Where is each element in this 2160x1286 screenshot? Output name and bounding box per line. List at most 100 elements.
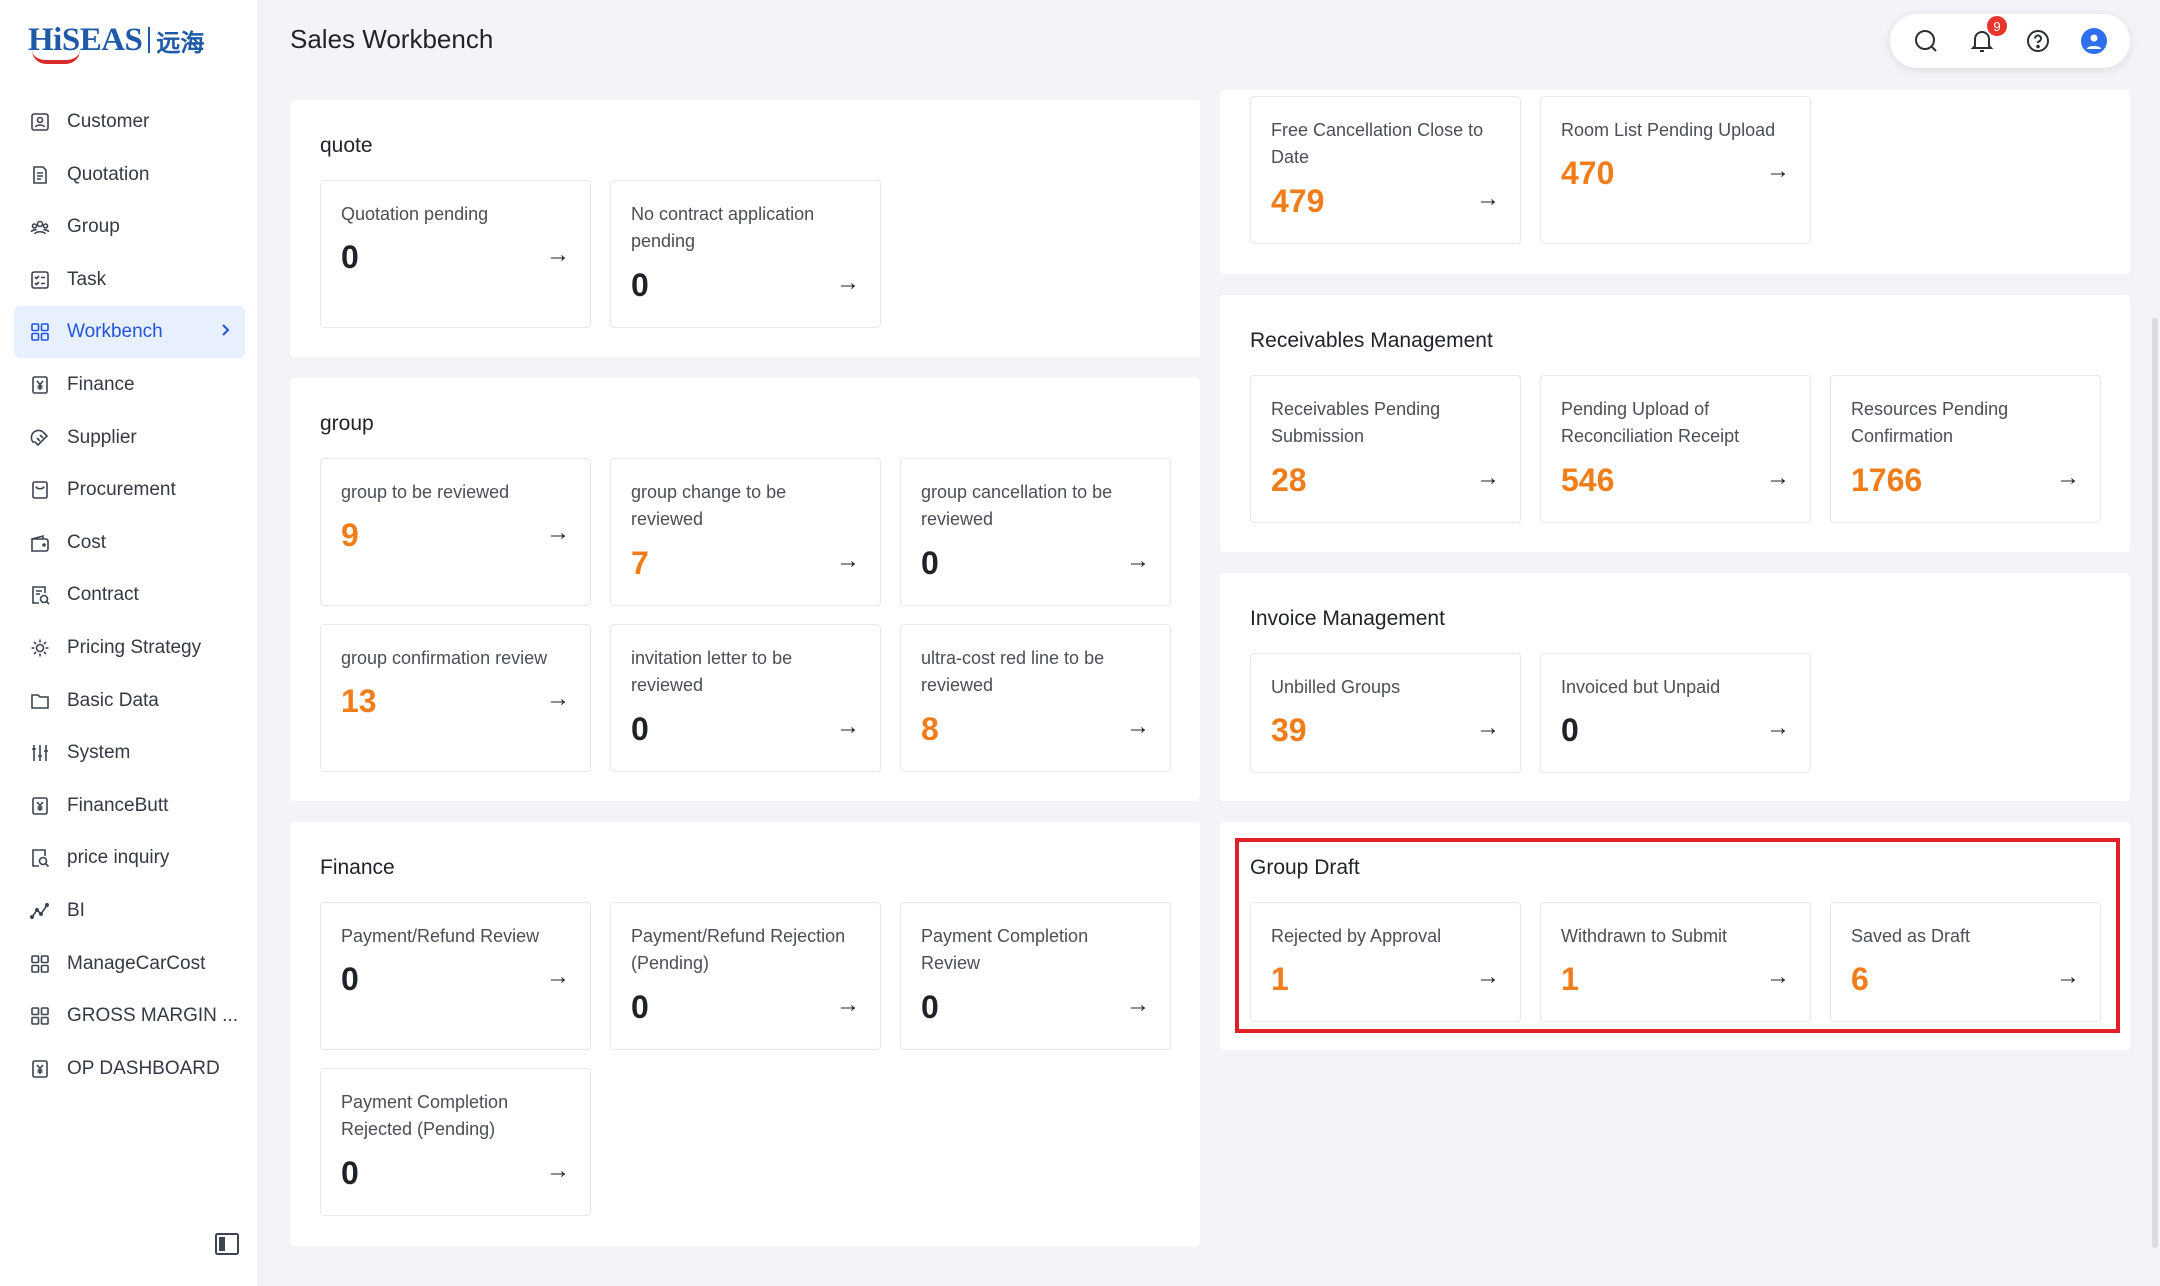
card-receivables-pending-submission[interactable]: Receivables Pending Submission 28 → <box>1250 375 1521 523</box>
sidebar-item-label: price inquiry <box>67 847 170 869</box>
card-rejected-by-approval[interactable]: Rejected by Approval 1 → <box>1250 902 1521 1022</box>
scrollbar-thumb[interactable] <box>2152 318 2158 1248</box>
group-panel: group group to be reviewed 9 → group cha… <box>290 378 1200 801</box>
arrow-right-icon: → <box>1476 714 1500 741</box>
system-icon <box>29 742 51 764</box>
card-label: No contract application pending <box>631 204 815 251</box>
arrow-right-icon: → <box>546 241 570 268</box>
logo-wordmark: HiSEAS <box>28 22 143 64</box>
arrow-right-icon: → <box>546 1157 570 1184</box>
card-value: 39 <box>1271 712 1307 748</box>
arrow-right-icon: → <box>2056 464 2080 491</box>
card-payment-refund-review[interactable]: Payment/Refund Review 0 → <box>320 902 591 1050</box>
card-payment-refund-rejection[interactable]: Payment/Refund Rejection (Pending) 0 → <box>610 902 881 1050</box>
notification-badge: 9 <box>1987 16 2007 36</box>
op-dashboard-icon <box>29 1058 51 1080</box>
arrow-right-icon: → <box>1126 713 1150 740</box>
card-label: Invoiced but Unpaid <box>1561 677 1721 697</box>
card-free-cancellation-close-to-date[interactable]: Free Cancellation Close to Date 479 → <box>1250 96 1521 244</box>
rooms-panel: Free Cancellation Close to Date 479 → Ro… <box>1220 90 2130 274</box>
card-pending-upload-reconciliation-receipt[interactable]: Pending Upload of Reconciliation Receipt… <box>1540 375 1811 523</box>
finance-butt-icon <box>29 795 51 817</box>
sidebar-item-contract[interactable]: Contract <box>14 569 245 621</box>
notification-bell-icon[interactable]: 9 <box>1965 16 2007 58</box>
card-room-list-pending-upload[interactable]: Room List Pending Upload 470 → <box>1540 96 1811 244</box>
sidebar-menu: Customer Quotation Group Task Workbench … <box>14 96 245 1095</box>
card-value: 0 <box>631 711 649 747</box>
card-invoiced-but-unpaid[interactable]: Invoiced but Unpaid 0 → <box>1540 653 1811 773</box>
card-label: invitation letter to be reviewed <box>631 648 793 695</box>
sidebar-item-gross-margin[interactable]: GROSS MARGIN ... <box>14 990 245 1042</box>
sidebar-item-label: Cost <box>67 531 107 553</box>
card-payment-completion-rejected[interactable]: Payment Completion Rejected (Pending) 0 … <box>320 1068 591 1216</box>
card-label: group change to be reviewed <box>631 482 787 529</box>
sidebar-item-finance[interactable]: Finance <box>14 359 245 411</box>
sidebar-item-system[interactable]: System <box>14 727 245 779</box>
card-value: 1766 <box>1851 462 1923 498</box>
sidebar-item-basic-data[interactable]: Basic Data <box>14 675 245 727</box>
sidebar-item-procurement[interactable]: Procurement <box>14 464 245 516</box>
card-withdrawn-to-submit[interactable]: Withdrawn to Submit 1 → <box>1540 902 1811 1022</box>
arrow-right-icon: → <box>1476 963 1500 990</box>
card-value: 8 <box>921 711 939 747</box>
card-value: 546 <box>1561 462 1615 498</box>
sidebar-item-label: Contract <box>67 584 139 606</box>
sidebar-item-label: Task <box>67 268 107 290</box>
sidebar-item-supplier[interactable]: Supplier <box>14 412 245 464</box>
sidebar-item-label: System <box>67 742 131 764</box>
card-quotation-pending[interactable]: Quotation pending 0 → <box>320 180 591 328</box>
sidebar-item-price-inquiry[interactable]: price inquiry <box>14 832 245 884</box>
card-saved-as-draft[interactable]: Saved as Draft 6 → <box>1830 902 2101 1022</box>
sidebar-item-quotation[interactable]: Quotation <box>14 149 245 201</box>
quote-panel: quote Quotation pending 0 → No contract … <box>290 100 1200 357</box>
basic-data-icon <box>29 690 51 712</box>
search-icon[interactable] <box>1909 24 1943 58</box>
card-label: Free Cancellation Close to Date <box>1271 120 1484 167</box>
card-no-contract-application[interactable]: No contract application pending 0 → <box>610 180 881 328</box>
sidebar-item-op-dashboard[interactable]: OP DASHBOARD <box>14 1043 245 1095</box>
card-label: Resources Pending Confirmation <box>1851 399 2009 446</box>
sidebar-item-financebutt[interactable]: FinanceButt <box>14 780 245 832</box>
card-value: 9 <box>341 517 359 553</box>
card-label: Receivables Pending Submission <box>1271 399 1441 446</box>
card-group-change-to-be-reviewed[interactable]: group change to be reviewed 7 → <box>610 458 881 606</box>
card-value: 28 <box>1271 462 1307 498</box>
card-unbilled-groups[interactable]: Unbilled Groups 39 → <box>1250 653 1521 773</box>
sidebar-item-pricing-strategy[interactable]: Pricing Strategy <box>14 622 245 674</box>
card-label: Room List Pending Upload <box>1561 120 1776 140</box>
card-resources-pending-confirmation[interactable]: Resources Pending Confirmation 1766 → <box>1830 375 2101 523</box>
arrow-right-icon: → <box>546 519 570 546</box>
card-invitation-letter-to-be-reviewed[interactable]: invitation letter to be reviewed 0 → <box>610 624 881 772</box>
card-label: Unbilled Groups <box>1271 677 1401 697</box>
sidebar-item-workbench[interactable]: Workbench <box>14 306 245 359</box>
gross-margin-icon <box>29 1005 51 1027</box>
sidebar-item-bi[interactable]: BI <box>14 885 245 937</box>
invoice-panel: Invoice Management Unbilled Groups 39 → … <box>1220 573 2130 801</box>
sidebar-item-label: Quotation <box>67 163 150 185</box>
sidebar-item-cost[interactable]: Cost <box>14 517 245 569</box>
sidebar-item-task[interactable]: Task <box>14 254 245 306</box>
sidebar-item-customer[interactable]: Customer <box>14 96 245 148</box>
user-avatar-icon[interactable] <box>2077 24 2111 58</box>
sidebar-item-label: BI <box>67 899 85 921</box>
card-value: 0 <box>921 545 939 581</box>
sidebar-item-managecarcost[interactable]: ManageCarCost <box>14 938 245 990</box>
card-value: 13 <box>341 683 377 719</box>
card-group-confirmation-review[interactable]: group confirmation review 13 → <box>320 624 591 772</box>
card-group-to-be-reviewed[interactable]: group to be reviewed 9 → <box>320 458 591 606</box>
help-icon[interactable] <box>2021 24 2055 58</box>
sidebar-collapse-icon[interactable] <box>214 1231 240 1257</box>
card-payment-completion-review[interactable]: Payment Completion Review 0 → <box>900 902 1171 1050</box>
card-value: 0 <box>631 267 649 303</box>
card-group-cancellation-to-be-reviewed[interactable]: group cancellation to be reviewed 0 → <box>900 458 1171 606</box>
card-label: Rejected by Approval <box>1271 926 1442 946</box>
hiseas-logo[interactable]: HiSEAS 远海 <box>28 14 204 66</box>
card-label: Payment/Refund Rejection (Pending) <box>631 926 846 973</box>
card-ultra-cost-red-line[interactable]: ultra-cost red line to be reviewed 8 → <box>900 624 1171 772</box>
arrow-right-icon: → <box>1476 185 1500 212</box>
task-icon <box>29 269 51 291</box>
arrow-right-icon: → <box>1126 547 1150 574</box>
card-label: group to be reviewed <box>341 482 510 502</box>
group-draft-panel: Group Draft Rejected by Approval 1 → Wit… <box>1220 822 2130 1050</box>
sidebar-item-group[interactable]: Group <box>14 201 245 253</box>
